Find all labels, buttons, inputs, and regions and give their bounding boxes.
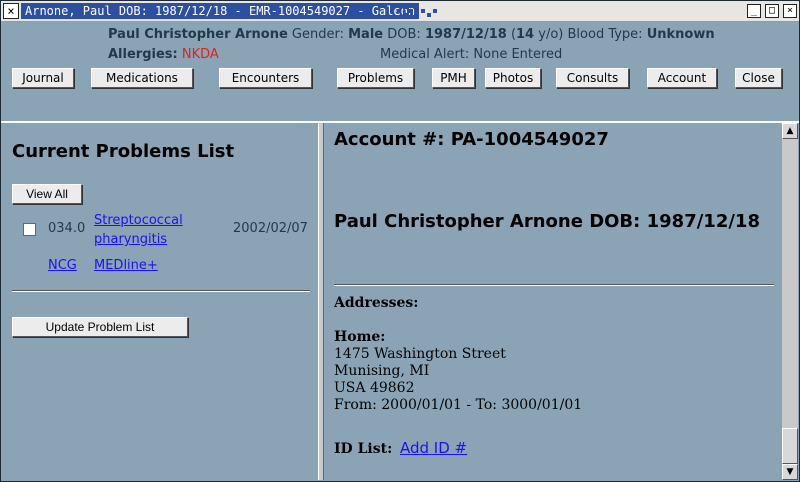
home-label: Home: — [334, 329, 386, 345]
account-divider — [334, 284, 774, 286]
window-menu-icon[interactable]: × — [3, 3, 19, 19]
dob-value: 1987/12/18 — [424, 27, 507, 42]
medications-button[interactable]: Medications — [91, 68, 193, 88]
journal-button[interactable]: Journal — [12, 68, 74, 88]
patient-summary: Paul Christopher Arnone Gender: Male DOB… — [108, 27, 715, 42]
encounters-button[interactable]: Encounters — [219, 68, 312, 88]
maximize-icon[interactable]: □ — [765, 4, 779, 18]
problem-date: 2002/02/07 — [233, 221, 308, 236]
titlebar: × Arnone, Paul DOB: 1987/12/18 - EMR-100… — [1, 1, 799, 22]
browser-window: × Arnone, Paul DOB: 1987/12/18 - EMR-100… — [0, 0, 800, 482]
addresses-label: Addresses: — [334, 295, 419, 311]
account-pane: Account #: PA-1004549027 Paul Christophe… — [324, 123, 781, 480]
patient-header: Paul Christopher Arnone Gender: Male DOB… — [4, 22, 798, 118]
account-label: Account #: — [334, 129, 445, 150]
photos-button[interactable]: Photos — [485, 68, 541, 88]
scroll-up-icon[interactable]: ▲ — [782, 123, 798, 139]
account-button[interactable]: Account — [647, 68, 717, 88]
view-all-button[interactable]: View All — [12, 184, 82, 204]
address-city: Munising, MI — [334, 363, 430, 379]
problem-link[interactable]: Streptococcal pharyngitis — [94, 211, 214, 249]
problems-pane: Current Problems List View All 034.0 Str… — [4, 123, 317, 480]
problem-code: 034.0 — [48, 221, 86, 236]
minimize-icon[interactable]: _ — [747, 4, 761, 18]
problems-button[interactable]: Problems — [337, 68, 414, 88]
medline-link[interactable]: MEDline+ — [94, 258, 158, 273]
patient-name: Paul Christopher Arnone — [108, 27, 288, 42]
blood-type-value: Unknown — [646, 27, 715, 42]
problems-divider — [12, 290, 310, 292]
consults-button[interactable]: Consults — [556, 68, 629, 88]
problem-checkbox[interactable] — [23, 223, 36, 236]
vertical-scrollbar[interactable]: ▲ ▼ — [782, 123, 798, 480]
patient-name-dob-heading: Paul Christopher Arnone DOB: 1987/12/18 — [334, 211, 760, 232]
allergies-line: Allergies: NKDA — [108, 47, 219, 62]
account-number: PA-1004549027 — [450, 129, 609, 150]
scrollbar-thumb[interactable] — [782, 428, 798, 464]
address-country-zip: USA 49862 — [334, 380, 415, 396]
gender-value: Male — [348, 27, 384, 42]
medical-alert-value: None Entered — [473, 47, 563, 62]
blood-type-label: Blood Type: — [567, 27, 643, 42]
close-icon[interactable]: × — [783, 4, 797, 18]
scroll-down-icon[interactable]: ▼ — [782, 464, 798, 480]
address-street: 1475 Washington Street — [334, 346, 506, 362]
close-button[interactable]: Close — [735, 68, 782, 88]
medical-alert-label: Medical Alert: — [380, 47, 470, 62]
pmh-button[interactable]: PMH — [432, 68, 475, 88]
account-heading: Account #: PA-1004549027 — [334, 129, 609, 150]
window-title: Arnone, Paul DOB: 1987/12/18 - EMR-10045… — [21, 3, 420, 19]
dob-label: DOB: — [387, 27, 421, 42]
id-list-label: ID List: — [334, 441, 393, 457]
add-id-link[interactable]: Add ID # — [400, 439, 467, 457]
allergies-label: Allergies: — [108, 47, 178, 62]
age-unit: y/o) — [538, 27, 564, 42]
age-value: 14 — [516, 27, 535, 42]
gender-label: Gender: — [291, 27, 344, 42]
medical-alert-line: Medical Alert: None Entered — [380, 47, 562, 62]
update-problem-list-button[interactable]: Update Problem List — [12, 317, 188, 337]
allergies-value: NKDA — [181, 47, 219, 62]
ncg-link[interactable]: NCG — [48, 258, 77, 273]
address-period: From: 2000/01/01 - To: 3000/01/01 — [334, 397, 583, 413]
titlebar-grip-icon — [397, 3, 445, 19]
problems-title: Current Problems List — [12, 141, 235, 162]
